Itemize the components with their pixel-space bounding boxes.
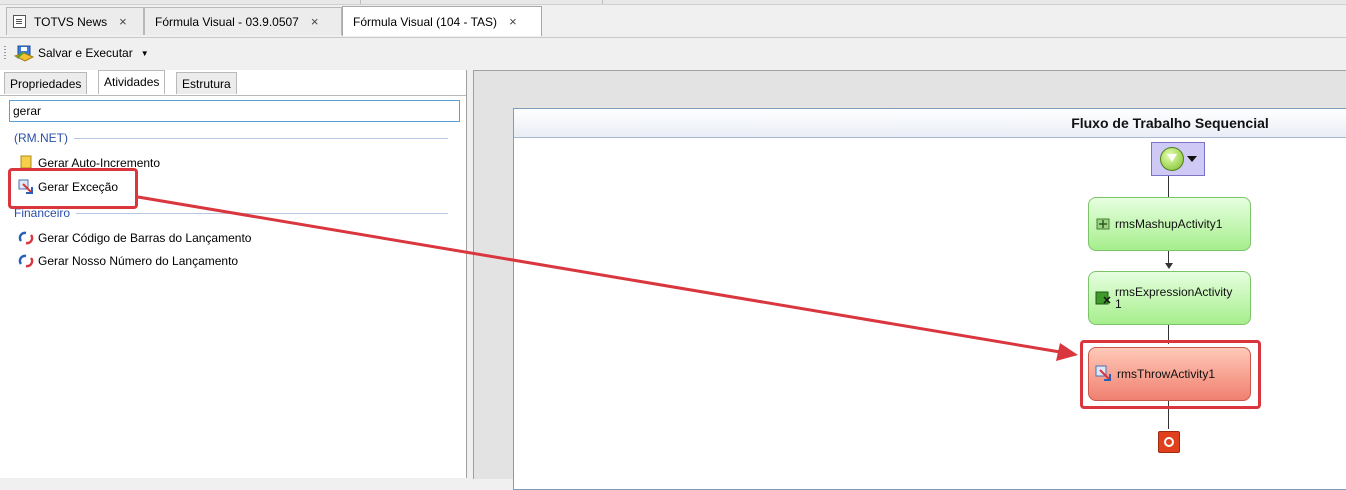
refresh-arrows-icon: [18, 231, 34, 245]
tab-totvs-news[interactable]: TOTVS News ×: [6, 7, 144, 35]
highlight-box-gerar-excecao: [8, 168, 138, 209]
connector-arrowhead: [1165, 263, 1173, 269]
expression-icon: [1095, 291, 1111, 305]
save-label: Salvar e Executar: [38, 46, 133, 60]
refresh-arrows-icon: [18, 254, 34, 268]
tab-label: Fórmula Visual (104 - TAS): [353, 14, 498, 29]
tab-divider: [0, 95, 466, 96]
workflow-end-node[interactable]: [1158, 431, 1180, 453]
activity-label: rmsExpressionActivity1: [1115, 285, 1233, 311]
tab-atividades[interactable]: Atividades: [98, 70, 166, 94]
strip-separator: [360, 0, 361, 4]
tab-label: TOTVS News: [34, 14, 108, 29]
toolbar-grip[interactable]: [4, 46, 6, 60]
close-icon[interactable]: ×: [509, 14, 517, 29]
document-tab-bar: TOTVS News × Fórmula Visual - 03.9.0507 …: [0, 5, 1346, 38]
tab-estrutura[interactable]: Estrutura: [176, 72, 237, 94]
workflow-start-node[interactable]: [1151, 142, 1205, 176]
news-icon: [13, 15, 26, 28]
group-header-rmnet: (RM.NET): [14, 130, 448, 146]
activities-panel: Propriedades Atividades Estrutura (RM.NE…: [0, 70, 467, 478]
close-icon[interactable]: ×: [119, 14, 127, 29]
strip-separator: [602, 0, 603, 4]
activity-rms-mashup[interactable]: rmsMashupActivity1: [1088, 197, 1251, 251]
tab-formula-visual-104[interactable]: Fórmula Visual (104 - TAS) ×: [342, 6, 542, 36]
group-divider: [74, 137, 448, 139]
item-label: Gerar Nosso Número do Lançamento: [38, 254, 239, 268]
chevron-down-icon[interactable]: ▼: [141, 49, 149, 58]
activity-rms-expression[interactable]: rmsExpressionActivity1: [1088, 271, 1251, 325]
highlight-box-rms-throw: [1080, 340, 1261, 409]
group-divider: [76, 212, 448, 214]
tab-label: Fórmula Visual - 03.9.0507: [155, 14, 299, 29]
connector-line: [1168, 176, 1169, 197]
item-label: Gerar Código de Barras do Lançamento: [38, 231, 252, 245]
start-arrow-icon: [1159, 147, 1184, 171]
chevron-down-icon[interactable]: [1186, 156, 1197, 162]
workflow-title: Fluxo de Trabalho Sequencial: [1071, 115, 1269, 131]
toolbar: Salvar e Executar ▼: [0, 38, 1346, 68]
list-item-gerar-nosso-numero[interactable]: Gerar Nosso Número do Lançamento: [18, 252, 238, 270]
close-icon[interactable]: ×: [311, 14, 319, 29]
tab-propriedades[interactable]: Propriedades: [4, 72, 88, 94]
group-label: (RM.NET): [14, 131, 68, 145]
save-execute-icon: [14, 45, 34, 62]
search-input[interactable]: [9, 100, 460, 122]
activity-label: rmsMashupActivity1: [1115, 217, 1223, 231]
save-and-execute-button[interactable]: Salvar e Executar ▼: [14, 43, 149, 63]
tab-formula-visual-03[interactable]: Fórmula Visual - 03.9.0507 ×: [144, 7, 342, 35]
list-item-gerar-codigo-barras[interactable]: Gerar Código de Barras do Lançamento: [18, 229, 251, 247]
mashup-icon: [1096, 218, 1110, 230]
stop-icon: [1164, 437, 1174, 447]
